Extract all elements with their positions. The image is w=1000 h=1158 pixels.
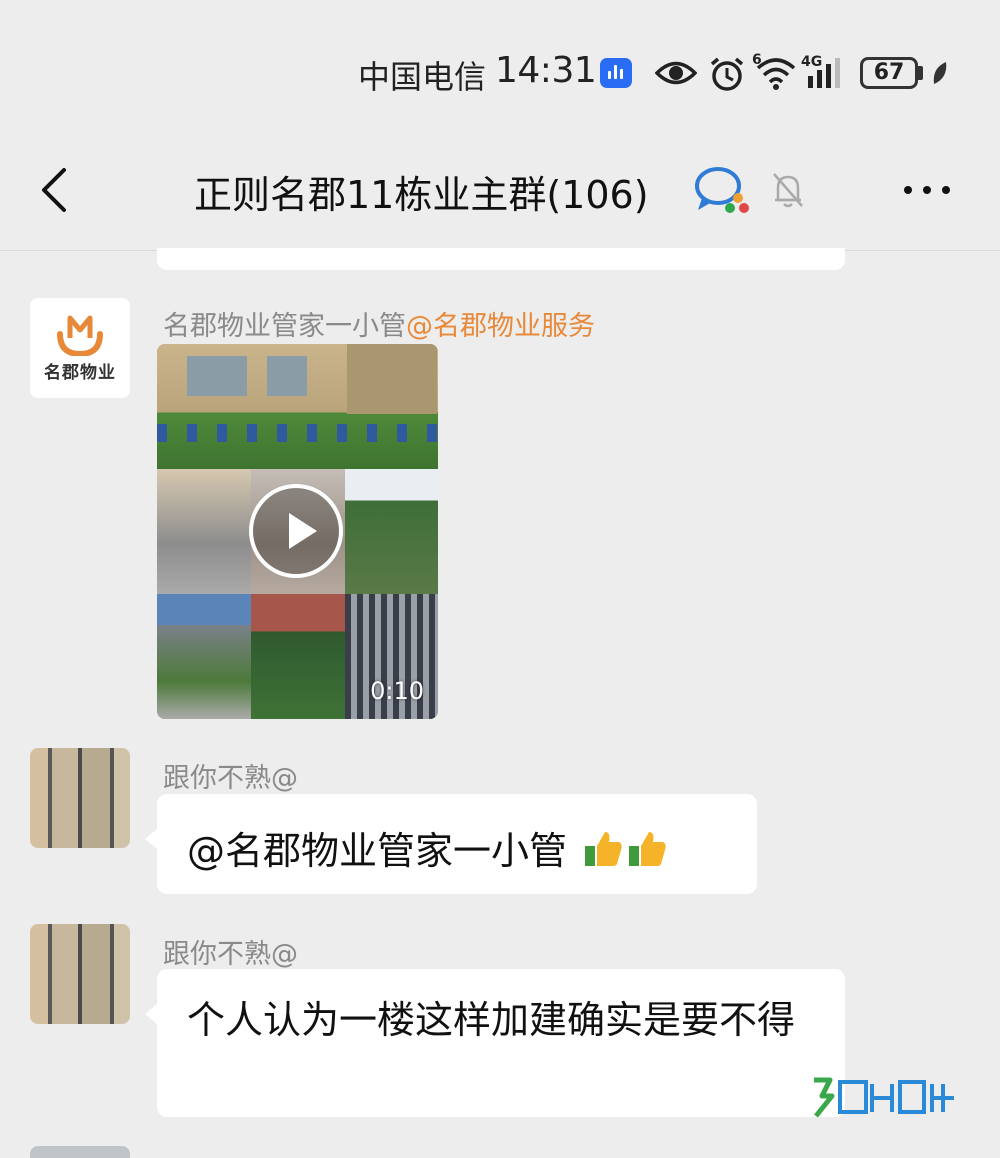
chat-header: 正则名郡11栋业主群(106) bbox=[0, 140, 1000, 251]
eye-icon bbox=[655, 61, 697, 85]
back-icon bbox=[42, 168, 66, 212]
sender-name[interactable]: 跟你不熟@ bbox=[163, 932, 298, 971]
avatar-logo-text: 名郡物业 bbox=[44, 363, 116, 383]
avatar[interactable] bbox=[30, 1146, 130, 1158]
thumbs-up-icon bbox=[585, 832, 622, 866]
avatar[interactable] bbox=[30, 924, 130, 1024]
wifi-icon bbox=[756, 58, 796, 90]
property-logo-icon bbox=[57, 315, 103, 356]
carrier-label: 中国电信 bbox=[358, 58, 487, 96]
previous-message-bubble[interactable] bbox=[157, 248, 845, 270]
mention-link[interactable]: @名郡物业服务 bbox=[406, 311, 595, 342]
more-icon bbox=[904, 186, 912, 194]
battery-tip bbox=[918, 66, 923, 80]
status-bar: 中国电信 14:31 6 4G 67 bbox=[0, 0, 1000, 140]
play-button[interactable] bbox=[249, 484, 343, 578]
thumbs-up-icon bbox=[629, 832, 666, 866]
message-bubble[interactable]: @名郡物业管家一小管 bbox=[145, 794, 757, 894]
sender-name[interactable]: 跟你不熟@ bbox=[163, 756, 298, 795]
battery-icon: 67 bbox=[860, 57, 918, 89]
leaf-icon bbox=[933, 62, 947, 84]
message-bubble[interactable]: 个人认为一楼这样加建确实是要不得 bbox=[145, 969, 845, 1117]
avatar[interactable]: 名郡物业 bbox=[30, 298, 130, 398]
sender-name-text: 名郡物业管家一小管 bbox=[163, 311, 406, 342]
group-chat-icon[interactable] bbox=[694, 164, 752, 216]
sender-name[interactable]: 名郡物业管家一小管@名郡物业服务 bbox=[163, 304, 595, 343]
video-duration: 0:10 bbox=[370, 677, 424, 705]
media-watermark-logo bbox=[808, 1074, 960, 1120]
back-button[interactable] bbox=[30, 162, 80, 218]
voice-assistant-icon bbox=[600, 58, 632, 88]
video-message[interactable]: 0:10 bbox=[157, 344, 438, 719]
alarm-icon bbox=[710, 57, 744, 91]
message-text: @名郡物业管家一小管 bbox=[187, 829, 580, 873]
avatar[interactable] bbox=[30, 748, 130, 848]
signal-icon bbox=[808, 58, 840, 88]
video-frame bbox=[157, 344, 438, 469]
more-button[interactable] bbox=[902, 180, 952, 200]
clock-time: 14:31 bbox=[495, 50, 597, 91]
watermark-logo-icon bbox=[814, 1077, 954, 1118]
chat-title[interactable]: 正则名郡11栋业主群(106) bbox=[194, 164, 649, 219]
message-text: 个人认为一楼这样加建确实是要不得 bbox=[187, 998, 796, 1042]
mute-bell-icon bbox=[773, 173, 803, 208]
